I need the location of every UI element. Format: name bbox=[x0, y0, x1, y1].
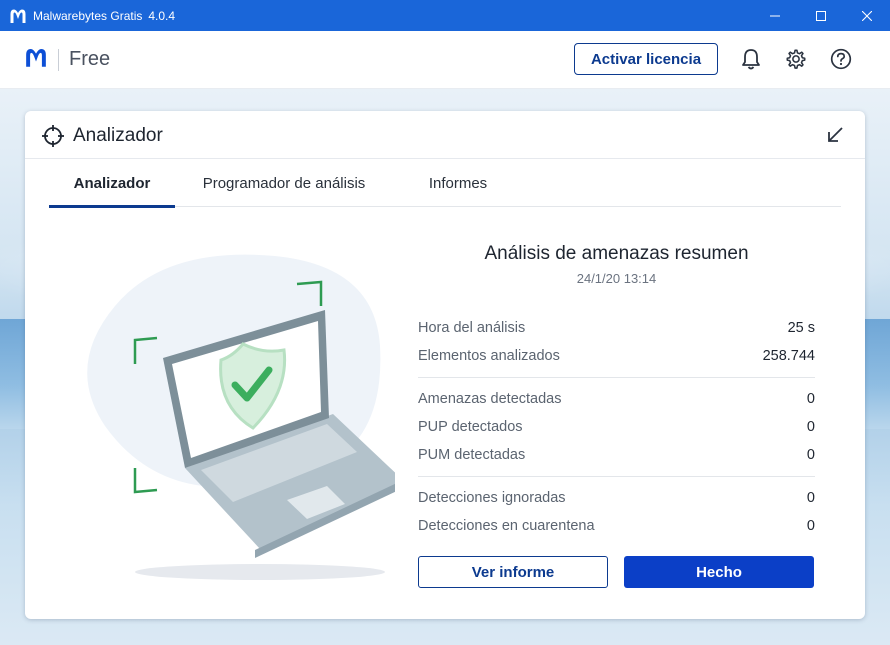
row-value: 0 bbox=[806, 391, 815, 407]
row-value: 0 bbox=[806, 419, 815, 435]
tab-bar: Analizador Programador de análisis Infor… bbox=[49, 159, 841, 208]
row-label: PUM detectadas bbox=[418, 447, 526, 463]
title-bar[interactable]: Malwarebytes Gratis 4.0.4 bbox=[0, 0, 890, 31]
maximize-icon bbox=[816, 10, 826, 21]
row-ignored-detections: Detecciones ignoradas 0 bbox=[418, 484, 815, 512]
summary-date: 24/1/20 13:14 bbox=[576, 271, 657, 286]
edition-label: Free bbox=[69, 48, 111, 70]
row-label: Hora del análisis bbox=[418, 320, 526, 336]
row-pup-detected: PUP detectados 0 bbox=[418, 413, 815, 441]
row-value: 25 s bbox=[787, 320, 815, 336]
row-label: Detecciones ignoradas bbox=[418, 490, 566, 506]
window-version: 4.0.4 bbox=[148, 8, 176, 23]
gear-icon bbox=[786, 49, 806, 69]
minimize-button[interactable] bbox=[752, 0, 798, 31]
row-value: 0 bbox=[806, 518, 815, 534]
notifications-button[interactable] bbox=[740, 48, 762, 70]
bracket-bottom-left bbox=[133, 468, 158, 494]
maximize-button[interactable] bbox=[798, 0, 844, 31]
tab-programador[interactable]: Programador de análisis bbox=[189, 159, 379, 207]
row-value: 258.744 bbox=[762, 348, 815, 364]
card-header: Analizador bbox=[25, 111, 865, 159]
activate-license-button[interactable]: Activar licencia bbox=[574, 43, 718, 75]
row-threats-detected: Amenazas detectadas 0 bbox=[418, 385, 815, 413]
window-controls bbox=[752, 0, 890, 31]
view-report-button[interactable]: Ver informe bbox=[418, 556, 608, 588]
window-title: Malwarebytes Gratis 4.0.4 bbox=[33, 9, 175, 23]
row-label: Detecciones en cuarentena bbox=[418, 518, 595, 534]
scanner-card: Analizador Analizador Programador de aná… bbox=[25, 111, 865, 619]
window-title-text: Malwarebytes Gratis bbox=[33, 8, 143, 23]
row-quarantined-detections: Detecciones en cuarentena 0 bbox=[418, 512, 815, 540]
row-scan-time: Hora del análisis 25 s bbox=[418, 314, 815, 342]
tab-analizador[interactable]: Analizador bbox=[49, 159, 175, 208]
illustration-shadow bbox=[135, 564, 385, 580]
row-value: 0 bbox=[806, 490, 815, 506]
scan-summary: Análisis de amenazas resumen 24/1/20 13:… bbox=[418, 241, 815, 540]
app-header: Free Activar licencia bbox=[0, 31, 890, 89]
row-items-scanned: Elementos analizados 258.744 bbox=[418, 342, 815, 370]
help-icon bbox=[830, 48, 852, 70]
minimize-icon bbox=[770, 15, 780, 16]
brand-divider bbox=[58, 48, 59, 71]
row-value: 0 bbox=[806, 447, 815, 463]
row-pum-detected: PUM detectadas 0 bbox=[418, 441, 815, 469]
laptop-shield-illustration bbox=[87, 254, 395, 580]
collapse-arrow-icon[interactable] bbox=[825, 125, 845, 145]
row-divider bbox=[418, 476, 815, 477]
malwarebytes-brand-icon bbox=[24, 47, 48, 73]
row-divider bbox=[418, 377, 815, 378]
settings-button[interactable] bbox=[785, 48, 807, 70]
summary-rows: Hora del análisis 25 s Elementos analiza… bbox=[418, 314, 815, 540]
help-button[interactable] bbox=[830, 48, 852, 70]
brand: Free bbox=[24, 47, 110, 73]
close-icon bbox=[862, 10, 872, 21]
bell-icon bbox=[742, 49, 760, 70]
row-label: PUP detectados bbox=[418, 419, 523, 435]
done-button[interactable]: Hecho bbox=[624, 556, 814, 588]
malwarebytes-logo-icon bbox=[9, 7, 27, 25]
card-title: Analizador bbox=[73, 125, 163, 146]
row-label: Elementos analizados bbox=[418, 348, 560, 364]
row-label: Amenazas detectadas bbox=[418, 391, 562, 407]
crosshair-icon bbox=[42, 125, 64, 147]
tab-informes[interactable]: Informes bbox=[403, 159, 513, 207]
close-button[interactable] bbox=[844, 0, 890, 31]
summary-title: Análisis de amenazas resumen bbox=[484, 243, 749, 264]
